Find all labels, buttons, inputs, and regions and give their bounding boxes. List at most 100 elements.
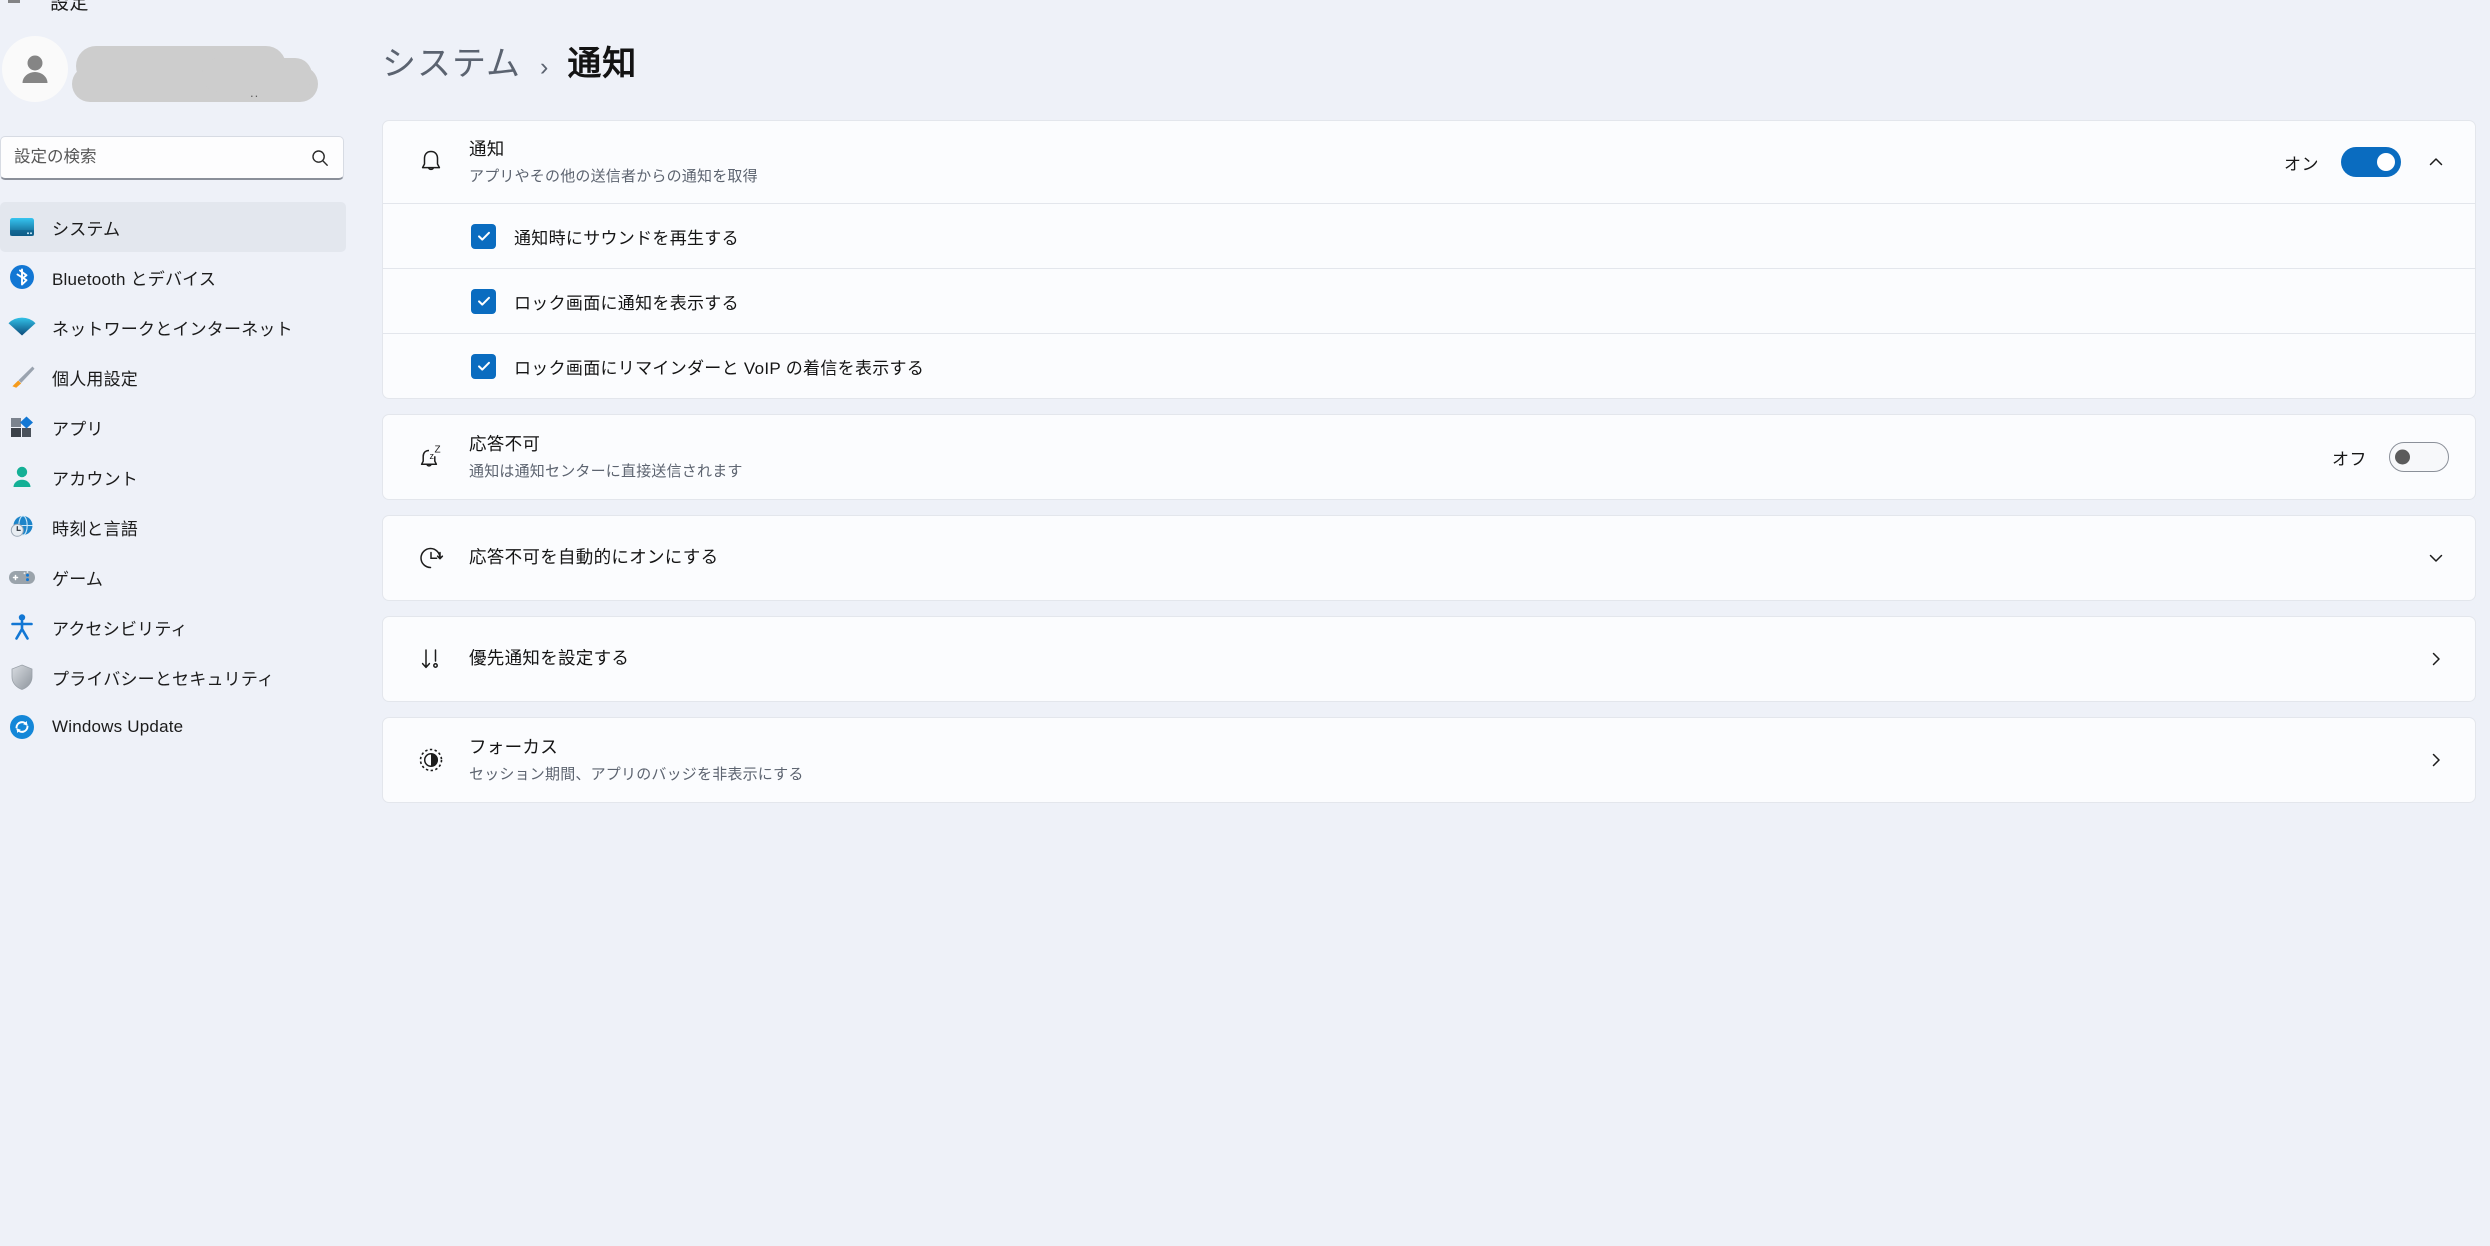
clock-arrow-icon: [405, 543, 457, 573]
window-title: 設定: [50, 0, 90, 14]
sidebar-item-bluetooth[interactable]: Bluetooth とデバイス: [0, 252, 346, 302]
checkbox-row[interactable]: ロック画面に通知を表示する: [383, 269, 2475, 333]
gamepad-icon: [4, 559, 40, 595]
chevron-right-icon[interactable]: [2423, 646, 2449, 672]
sidebar-item-windows-update[interactable]: Windows Update: [0, 702, 346, 752]
shield-icon: [4, 659, 40, 695]
svg-text:Z: Z: [435, 445, 441, 456]
settings-window: 設定 .. 設定の検索 システム Bluetooth とデバイス ネットワークと…: [0, 0, 2490, 1246]
auto-dnd-title: 応答不可を自動的にオンにする: [469, 547, 719, 568]
chevron-right-icon[interactable]: [2423, 747, 2449, 773]
search-box[interactable]: [0, 136, 344, 180]
priority-icon: [405, 644, 457, 674]
sidebar-item-label: 個人用設定: [52, 369, 138, 389]
notifications-subtitle: アプリやその他の送信者からの通知を取得: [469, 167, 758, 185]
notifications-text: 通知 アプリやその他の送信者からの通知を取得: [457, 138, 2284, 186]
sidebar-item-gaming[interactable]: ゲーム: [0, 552, 346, 602]
chevron-right-icon: ›: [539, 53, 549, 81]
sidebar-item-label: ネットワークとインターネット: [52, 319, 293, 339]
do-not-disturb-title: 応答不可: [469, 434, 541, 455]
account-name-redacted: ..: [72, 44, 318, 104]
sidebar-item-privacy[interactable]: プライバシーとセキュリティ: [0, 652, 346, 702]
avatar: [2, 36, 68, 102]
bell-icon: [405, 147, 457, 177]
monitor-icon: [4, 209, 40, 245]
account-profile[interactable]: ..: [0, 14, 364, 136]
apps-icon: [4, 409, 40, 445]
search-container: [0, 136, 364, 180]
sidebar-item-system[interactable]: システム: [0, 202, 346, 252]
main-content: システム › 通知 通知 アプリやその他の送信者からの通知を取得 オン 通知時に…: [364, 0, 2490, 1246]
checkbox-label: ロック画面に通知を表示する: [514, 293, 739, 313]
focus-text: フォーカス セッション期間、アプリのバッジを非表示にする: [457, 736, 2423, 784]
update-icon: [4, 709, 40, 745]
sidebar-item-label: Windows Update: [52, 717, 184, 736]
priority-notifications-card[interactable]: 優先通知を設定する: [382, 616, 2476, 702]
priority-notifications-row[interactable]: 優先通知を設定する: [383, 617, 2475, 701]
focus-card[interactable]: フォーカス セッション期間、アプリのバッジを非表示にする: [382, 717, 2476, 803]
focus-controls: [2423, 747, 2449, 773]
auto-dnd-row[interactable]: 応答不可を自動的にオンにする: [383, 516, 2475, 600]
notification-option-1[interactable]: ロック画面に通知を表示する: [382, 269, 2476, 334]
sidebar: 設定 .. 設定の検索 システム Bluetooth とデバイス ネットワークと…: [0, 0, 364, 1246]
checkbox-row[interactable]: ロック画面にリマインダーと VoIP の着信を表示する: [383, 334, 2475, 398]
priority-notifications-controls: [2423, 646, 2449, 672]
do-not-disturb-state-label: オフ: [2332, 449, 2367, 469]
back-button-stub[interactable]: [8, 0, 20, 3]
do-not-disturb-text: 応答不可 通知は通知センターに直接送信されます: [457, 433, 2332, 481]
chevron-down-icon[interactable]: [2423, 545, 2449, 571]
sidebar-item-label: ゲーム: [52, 569, 104, 589]
sidebar-item-label: アプリ: [52, 419, 104, 439]
person-icon: [4, 459, 40, 495]
notification-option-2[interactable]: ロック画面にリマインダーと VoIP の着信を表示する: [382, 334, 2476, 399]
sidebar-item-accessibility[interactable]: アクセシビリティ: [0, 602, 346, 652]
wifi-icon: [4, 309, 40, 345]
breadcrumb: システム › 通知: [382, 0, 2476, 85]
globe-clock-icon: [4, 509, 40, 545]
notifications-row[interactable]: 通知 アプリやその他の送信者からの通知を取得 オン: [382, 120, 2476, 204]
sidebar-item-time-language[interactable]: 時刻と言語: [0, 502, 346, 552]
notifications-state-label: オン: [2284, 154, 2319, 174]
sidebar-item-accounts[interactable]: アカウント: [0, 452, 346, 502]
sidebar-item-label: Bluetooth とデバイス: [52, 269, 217, 289]
do-not-disturb-card[interactable]: z Z 応答不可 通知は通知センターに直接送信されます オフ: [382, 414, 2476, 500]
auto-dnd-controls: [2423, 545, 2449, 571]
priority-notifications-text: 優先通知を設定する: [457, 647, 2423, 671]
bluetooth-icon: [4, 259, 40, 295]
accessibility-icon: [4, 609, 40, 645]
focus-subtitle: セッション期間、アプリのバッジを非表示にする: [469, 765, 804, 783]
sidebar-item-label: アクセシビリティ: [52, 619, 188, 639]
priority-notifications-title: 優先通知を設定する: [469, 648, 630, 669]
checkbox-checked-icon[interactable]: [471, 288, 496, 314]
sidebar-item-network[interactable]: ネットワークとインターネット: [0, 302, 346, 352]
breadcrumb-parent[interactable]: システム: [382, 36, 521, 85]
notification-option-0[interactable]: 通知時にサウンドを再生する: [382, 204, 2476, 269]
sidebar-item-label: アカウント: [52, 469, 138, 489]
checkbox-row[interactable]: 通知時にサウンドを再生する: [383, 204, 2475, 268]
paintbrush-icon: [4, 359, 40, 395]
notifications-controls: オン: [2284, 147, 2449, 177]
checkbox-checked-icon[interactable]: [471, 353, 496, 379]
notifications-title: 通知: [469, 139, 505, 160]
account-name-dots: ..: [250, 85, 260, 100]
focus-title: フォーカス: [469, 737, 558, 758]
checkbox-checked-icon[interactable]: [471, 223, 496, 249]
sidebar-nav: システム Bluetooth とデバイス ネットワークとインターネット 個人用設…: [0, 202, 364, 752]
sidebar-item-apps[interactable]: アプリ: [0, 402, 346, 452]
auto-dnd-card[interactable]: 応答不可を自動的にオンにする: [382, 515, 2476, 601]
sidebar-item-label: システム: [52, 219, 121, 239]
bell-sleep-icon: z Z: [405, 442, 457, 472]
do-not-disturb-controls: オフ: [2332, 442, 2449, 472]
do-not-disturb-row[interactable]: z Z 応答不可 通知は通知センターに直接送信されます オフ: [383, 415, 2475, 499]
search-input[interactable]: [1, 137, 343, 178]
notifications-toggle[interactable]: [2341, 147, 2401, 177]
focus-icon: [405, 745, 457, 775]
focus-row[interactable]: フォーカス セッション期間、アプリのバッジを非表示にする: [383, 718, 2475, 802]
notifications-group: 通知 アプリやその他の送信者からの通知を取得 オン 通知時にサウンドを再生する …: [382, 120, 2476, 399]
checkbox-label: ロック画面にリマインダーと VoIP の着信を表示する: [514, 358, 925, 378]
sidebar-item-personalization[interactable]: 個人用設定: [0, 352, 346, 402]
auto-dnd-text: 応答不可を自動的にオンにする: [457, 546, 2423, 570]
chevron-up-icon[interactable]: [2423, 149, 2449, 175]
do-not-disturb-toggle[interactable]: [2389, 442, 2449, 472]
settings-cards: 通知 アプリやその他の送信者からの通知を取得 オン 通知時にサウンドを再生する …: [382, 120, 2476, 803]
